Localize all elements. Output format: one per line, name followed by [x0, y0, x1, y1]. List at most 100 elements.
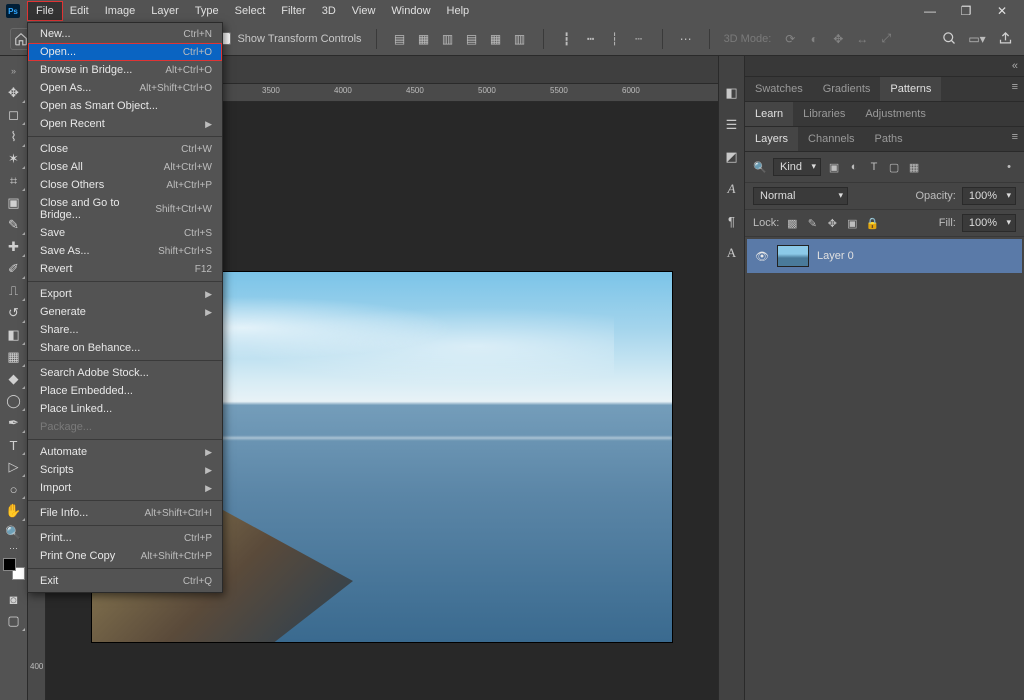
- workspace-switcher-icon[interactable]: ▭▾: [968, 30, 986, 48]
- lock-all-icon[interactable]: 🔒: [865, 216, 879, 230]
- align-hcenter-icon[interactable]: ▦: [415, 30, 433, 48]
- filter-toggle-icon[interactable]: •: [1002, 160, 1016, 174]
- character-panel-icon[interactable]: A: [723, 180, 741, 198]
- layer-filter-kind[interactable]: Kind: [773, 158, 821, 176]
- menu-item-print-one-copy[interactable]: Print One CopyAlt+Shift+Ctrl+P: [28, 547, 222, 565]
- close-button[interactable]: ✕: [990, 2, 1014, 20]
- menu-item-automate[interactable]: Automate▶: [28, 443, 222, 461]
- marquee-tool[interactable]: ◻: [2, 104, 26, 126]
- fill-value[interactable]: 100%: [962, 214, 1016, 232]
- menu-select[interactable]: Select: [227, 2, 274, 20]
- tab-patterns[interactable]: Patterns: [880, 77, 941, 101]
- pen-tool[interactable]: ✒: [2, 412, 26, 434]
- menu-item-file-info[interactable]: File Info...Alt+Shift+Ctrl+I: [28, 504, 222, 522]
- type-tool[interactable]: T: [2, 434, 26, 456]
- tab-paths[interactable]: Paths: [865, 127, 913, 151]
- paragraph-panel-icon[interactable]: ¶: [723, 212, 741, 230]
- menu-item-import[interactable]: Import▶: [28, 479, 222, 497]
- menu-file[interactable]: File: [28, 2, 62, 20]
- 3d-roll-icon[interactable]: ◐: [805, 30, 823, 48]
- menu-item-generate[interactable]: Generate▶: [28, 303, 222, 321]
- blur-tool[interactable]: ◆: [2, 368, 26, 390]
- blend-mode-select[interactable]: Normal: [753, 187, 848, 205]
- lock-pixels-icon[interactable]: ✎: [805, 216, 819, 230]
- menu-item-share-on-behance[interactable]: Share on Behance...: [28, 339, 222, 357]
- toolbar-collapse-icon[interactable]: »: [2, 60, 26, 82]
- maximize-button[interactable]: ❐: [954, 2, 978, 20]
- menu-window[interactable]: Window: [383, 2, 438, 20]
- menu-item-revert[interactable]: RevertF12: [28, 260, 222, 278]
- distribute-v-icon[interactable]: ┅: [582, 30, 600, 48]
- history-brush-tool[interactable]: ↺: [2, 302, 26, 324]
- glyphs-panel-icon[interactable]: A: [723, 244, 741, 262]
- 3d-zoom-icon[interactable]: ⤢: [877, 30, 895, 48]
- distribute-sp-h-icon[interactable]: ┆: [606, 30, 624, 48]
- dodge-tool[interactable]: ◯: [2, 390, 26, 412]
- menu-item-place-linked[interactable]: Place Linked...: [28, 400, 222, 418]
- quick-select-tool[interactable]: ✶: [2, 148, 26, 170]
- more-options-icon[interactable]: ⋯: [677, 30, 695, 48]
- menu-item-open-recent[interactable]: Open Recent▶: [28, 115, 222, 133]
- lock-transparent-icon[interactable]: ▩: [785, 216, 799, 230]
- menu-item-search-adobe-stock[interactable]: Search Adobe Stock...: [28, 364, 222, 382]
- quick-mask-tool[interactable]: ◙: [2, 588, 26, 610]
- 3d-pan-icon[interactable]: ✥: [829, 30, 847, 48]
- menu-item-new[interactable]: New...Ctrl+N: [28, 25, 222, 43]
- eraser-tool[interactable]: ◧: [2, 324, 26, 346]
- tab-gradients[interactable]: Gradients: [813, 77, 881, 101]
- screen-mode-tool[interactable]: ▢: [2, 610, 26, 632]
- menu-image[interactable]: Image: [97, 2, 144, 20]
- minimize-button[interactable]: —: [918, 2, 942, 20]
- history-panel-icon[interactable]: ◩: [723, 148, 741, 166]
- healing-tool[interactable]: ✚: [2, 236, 26, 258]
- filter-adjust-icon[interactable]: ◐: [847, 160, 861, 174]
- tab-learn[interactable]: Learn: [745, 102, 793, 126]
- align-vcenter-icon[interactable]: ▦: [487, 30, 505, 48]
- layer-thumbnail[interactable]: [777, 245, 809, 267]
- tab-channels[interactable]: Channels: [798, 127, 864, 151]
- search-icon[interactable]: [940, 30, 958, 48]
- lock-artboard-icon[interactable]: ▣: [845, 216, 859, 230]
- menu-item-close[interactable]: CloseCtrl+W: [28, 140, 222, 158]
- menu-item-close-and-go-to-bridge[interactable]: Close and Go to Bridge...Shift+Ctrl+W: [28, 194, 222, 224]
- tab-layers[interactable]: Layers: [745, 127, 798, 151]
- opacity-value[interactable]: 100%: [962, 187, 1016, 205]
- filter-pixel-icon[interactable]: ▣: [827, 160, 841, 174]
- menu-item-save-as[interactable]: Save As...Shift+Ctrl+S: [28, 242, 222, 260]
- visibility-toggle-icon[interactable]: 👁: [755, 250, 769, 263]
- share-icon[interactable]: [996, 30, 1014, 48]
- hand-tool[interactable]: ✋: [2, 500, 26, 522]
- menu-edit[interactable]: Edit: [62, 2, 97, 20]
- menu-item-save[interactable]: SaveCtrl+S: [28, 224, 222, 242]
- frame-tool[interactable]: ▣: [2, 192, 26, 214]
- stamp-tool[interactable]: ⎍: [2, 280, 26, 302]
- filter-search-icon[interactable]: 🔍: [753, 160, 767, 174]
- align-right-icon[interactable]: ▥: [439, 30, 457, 48]
- menu-item-open[interactable]: Open...Ctrl+O: [28, 43, 222, 61]
- crop-tool[interactable]: ⌗: [2, 170, 26, 192]
- menu-filter[interactable]: Filter: [273, 2, 313, 20]
- shape-tool[interactable]: ○: [2, 478, 26, 500]
- collapse-icon[interactable]: «: [1006, 56, 1024, 76]
- lasso-tool[interactable]: ⌇: [2, 126, 26, 148]
- tab-libraries[interactable]: Libraries: [793, 102, 855, 126]
- tab-swatches[interactable]: Swatches: [745, 77, 813, 101]
- 3d-orbit-icon[interactable]: ⟳: [781, 30, 799, 48]
- layer-row[interactable]: 👁 Layer 0: [747, 239, 1022, 273]
- menu-item-browse-in-bridge[interactable]: Browse in Bridge...Alt+Ctrl+O: [28, 61, 222, 79]
- filter-shape-icon[interactable]: ▢: [887, 160, 901, 174]
- lock-position-icon[interactable]: ✥: [825, 216, 839, 230]
- align-bottom-icon[interactable]: ▥: [511, 30, 529, 48]
- gradient-tool[interactable]: ▦: [2, 346, 26, 368]
- menu-item-print[interactable]: Print...Ctrl+P: [28, 529, 222, 547]
- align-top-icon[interactable]: ▤: [463, 30, 481, 48]
- align-left-icon[interactable]: ▤: [391, 30, 409, 48]
- menu-item-share[interactable]: Share...: [28, 321, 222, 339]
- path-select-tool[interactable]: ▷: [2, 456, 26, 478]
- brush-tool[interactable]: ✐: [2, 258, 26, 280]
- menu-item-open-as-smart-object[interactable]: Open as Smart Object...: [28, 97, 222, 115]
- menu-view[interactable]: View: [344, 2, 384, 20]
- distribute-sp-v-icon[interactable]: ┄: [630, 30, 648, 48]
- menu-3d[interactable]: 3D: [314, 2, 344, 20]
- tab-adjustments[interactable]: Adjustments: [855, 102, 936, 126]
